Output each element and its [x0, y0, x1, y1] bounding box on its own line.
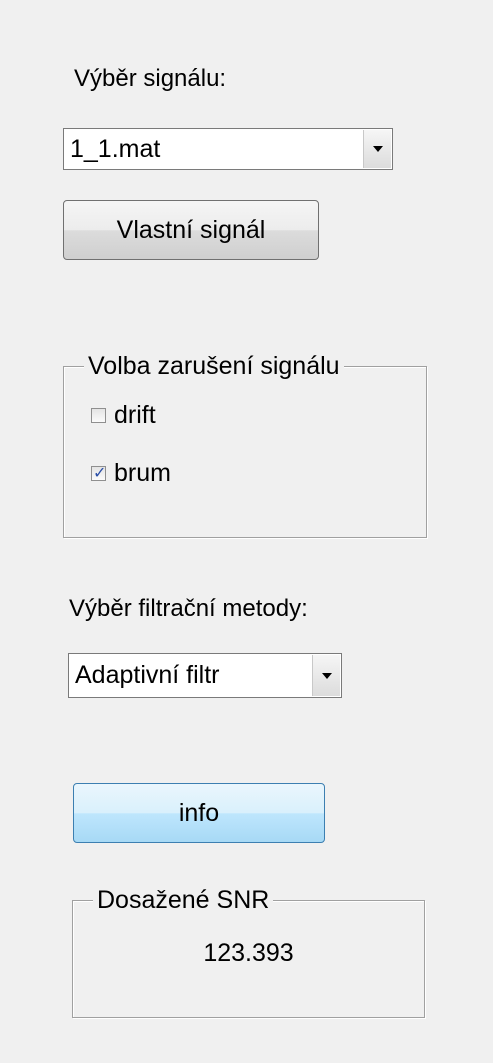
- drift-checkbox-row[interactable]: drift: [91, 401, 156, 430]
- filter-method-select[interactable]: Adaptivní filtr: [68, 653, 342, 698]
- filter-method-select-value: Adaptivní filtr: [75, 661, 220, 689]
- signal-selection-label: Výběr signálu:: [74, 65, 227, 92]
- control-panel: Výběr signálu: 1_1.mat Vlastní signál Vo…: [0, 0, 493, 1063]
- info-button[interactable]: info: [73, 783, 325, 843]
- brum-checkbox-row[interactable]: ✓ brum: [91, 459, 171, 488]
- noise-groupbox-title: Volba zarušení signálu: [84, 351, 344, 381]
- brum-checkbox-label: brum: [114, 459, 171, 487]
- custom-signal-button[interactable]: Vlastní signál: [63, 200, 319, 260]
- noise-groupbox: Volba zarušení signálu drift ✓ brum: [63, 351, 427, 538]
- filter-method-label: Výběr filtrační metody:: [69, 595, 308, 622]
- drift-checkbox-label: drift: [114, 401, 156, 429]
- drift-checkbox[interactable]: [91, 408, 106, 423]
- signal-select[interactable]: 1_1.mat: [63, 128, 393, 170]
- signal-select-value: 1_1.mat: [70, 134, 161, 163]
- snr-groupbox: Dosažené SNR 123.393: [72, 885, 425, 1018]
- snr-value: 123.393: [203, 939, 294, 967]
- chevron-down-icon[interactable]: [312, 655, 340, 696]
- check-icon: ✓: [93, 463, 107, 482]
- brum-checkbox[interactable]: ✓: [91, 463, 107, 482]
- chevron-down-icon[interactable]: [363, 130, 391, 168]
- snr-groupbox-title: Dosažené SNR: [93, 885, 274, 915]
